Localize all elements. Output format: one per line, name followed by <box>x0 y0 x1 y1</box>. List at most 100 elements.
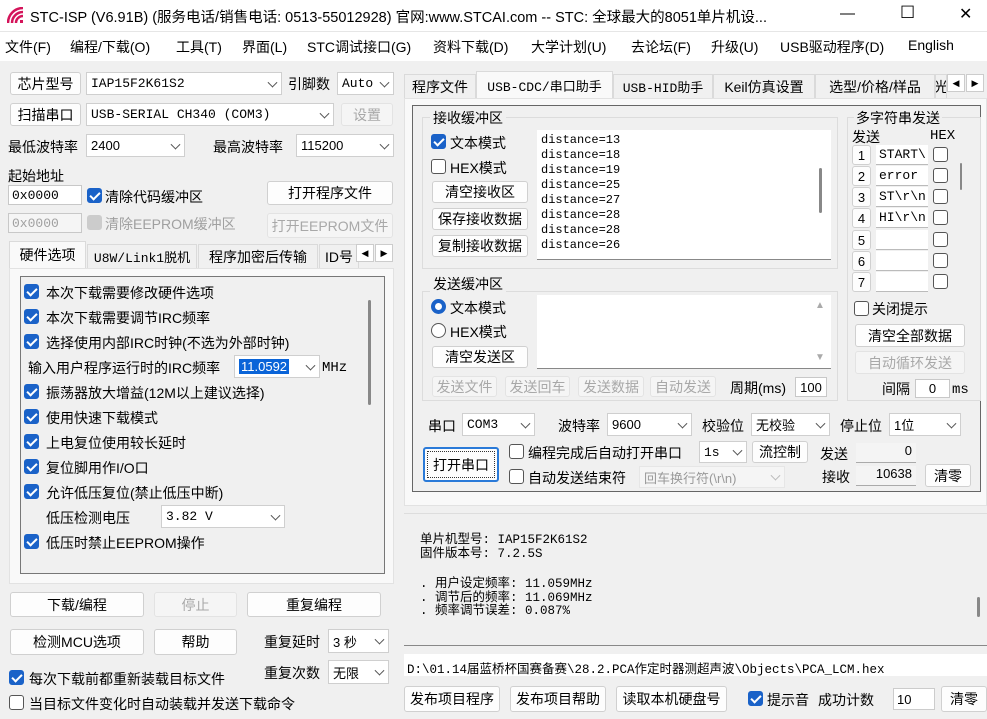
chip-model-select[interactable]: IAP15F2K61S2 <box>86 72 282 95</box>
scroll-down-icon[interactable]: ▼ <box>815 352 825 363</box>
help-button[interactable]: 帮助 <box>154 629 237 655</box>
menu-debug[interactable]: STC调试接口(G) <box>307 37 411 57</box>
open-eeprom-file-button[interactable]: 打开EEPROM文件 <box>267 213 393 238</box>
multi-string-scrollbar[interactable] <box>960 163 962 190</box>
tab-scroll-right-button[interactable]: ▶ <box>375 244 393 262</box>
close-tip-checkbox[interactable] <box>854 301 869 316</box>
download-program-button[interactable]: 下载/编程 <box>10 592 144 617</box>
auto-open-delay-select[interactable]: 1s <box>699 441 747 463</box>
multi-string-input[interactable]: error <box>876 166 928 186</box>
tab-u8w-offline[interactable]: U8W/Link1脱机 <box>87 244 197 268</box>
repeat-count-select[interactable]: 无限 <box>328 660 389 684</box>
clear-count-button[interactable]: 清零 <box>925 464 971 487</box>
repeat-delay-select[interactable]: 3 秒 <box>328 629 389 653</box>
clear-eeprom-checkbox[interactable] <box>87 215 102 230</box>
option-checkbox[interactable] <box>24 309 39 324</box>
receive-scrollbar[interactable] <box>819 168 822 213</box>
auto-open-checkbox[interactable] <box>509 444 524 459</box>
interval-input[interactable]: 0 <box>915 379 950 398</box>
baud-select[interactable]: 9600 <box>607 413 692 436</box>
tab-keil-debug[interactable]: Keil仿真设置 <box>713 74 815 98</box>
reload-checkbox[interactable] <box>9 670 24 685</box>
save-receive-button[interactable]: 保存接收数据 <box>432 208 528 230</box>
options-scrollbar[interactable] <box>368 300 371 405</box>
flow-control-button[interactable]: 流控制 <box>752 441 808 463</box>
auto-end-checkbox[interactable] <box>509 469 524 484</box>
menu-usb-driver[interactable]: USB驱动程序(D) <box>780 37 884 57</box>
tab-hardware-options[interactable]: 硬件选项 <box>9 241 86 268</box>
send-textarea[interactable] <box>537 295 831 369</box>
lvd-select[interactable]: 3.82 V <box>161 505 285 528</box>
irc-frequency-select[interactable]: 11.0592 <box>234 355 320 378</box>
auto-loop-send-button[interactable]: 自动循环发送 <box>855 351 965 374</box>
multi-hex-checkbox[interactable] <box>933 210 948 225</box>
pins-select[interactable]: Auto <box>337 72 394 95</box>
stop-bits-select[interactable]: 1位 <box>889 413 961 436</box>
multi-send-button[interactable]: 7 <box>852 272 871 292</box>
menu-program[interactable]: 编程/下载(O) <box>70 37 150 57</box>
tab-usb-hid[interactable]: USB-HID助手 <box>613 74 713 98</box>
menu-interface[interactable]: 界面(L) <box>242 37 287 57</box>
tab-selection-price[interactable]: 选型/价格/样品 <box>815 74 935 98</box>
clear-success-button[interactable]: 清零 <box>941 686 987 712</box>
menu-upgrade[interactable]: 升级(U) <box>711 37 758 57</box>
multi-hex-checkbox[interactable] <box>933 253 948 268</box>
option-checkbox[interactable] <box>24 484 39 499</box>
open-serial-button[interactable]: 打开串口 <box>423 447 499 482</box>
chip-model-button[interactable]: 芯片型号 <box>10 72 81 95</box>
eeprom-address-input[interactable]: 0x0000 <box>8 213 82 233</box>
multi-string-input[interactable]: START\: <box>876 145 928 165</box>
min-baud-select[interactable]: 2400 <box>86 134 185 157</box>
multi-string-input[interactable] <box>876 251 928 271</box>
repeat-program-button[interactable]: 重复编程 <box>247 592 381 617</box>
multi-hex-checkbox[interactable] <box>933 189 948 204</box>
send-hex-mode-radio[interactable] <box>431 323 446 338</box>
clear-all-button[interactable]: 清空全部数据 <box>855 324 965 347</box>
menu-forum[interactable]: 去论坛(F) <box>631 37 691 57</box>
send-file-button[interactable]: 发送文件 <box>432 376 497 397</box>
multi-string-input[interactable] <box>876 230 928 250</box>
option-checkbox[interactable] <box>24 459 39 474</box>
tab-scroll-left-button[interactable]: ◀ <box>947 74 965 92</box>
publish-help-button[interactable]: 发布项目帮助 <box>510 686 606 712</box>
clear-code-checkbox[interactable] <box>87 188 102 203</box>
send-cr-button[interactable]: 发送回车 <box>505 376 570 397</box>
auto-load-checkbox[interactable] <box>9 695 24 710</box>
port-select[interactable]: USB-SERIAL CH340 (COM3) <box>86 103 334 126</box>
code-address-input[interactable]: 0x0000 <box>8 185 82 205</box>
auto-send-button[interactable]: 自动发送 <box>650 376 716 397</box>
period-input[interactable]: 100 <box>795 377 827 397</box>
multi-send-button[interactable]: 2 <box>852 166 871 186</box>
tab-scroll-left-button[interactable]: ◀ <box>356 244 374 262</box>
multi-string-input[interactable] <box>876 272 928 292</box>
recv-text-mode-checkbox[interactable] <box>431 134 446 149</box>
send-text-mode-radio[interactable] <box>431 299 446 314</box>
tab-scroll-right-button[interactable]: ▶ <box>966 74 984 92</box>
multi-send-button[interactable]: 6 <box>852 251 871 271</box>
menu-university[interactable]: 大学计划(U) <box>531 37 606 57</box>
multi-send-button[interactable]: 3 <box>852 187 871 207</box>
multi-hex-checkbox[interactable] <box>933 274 948 289</box>
open-program-file-button[interactable]: 打开程序文件 <box>267 181 393 205</box>
menu-downloads[interactable]: 资料下载(D) <box>433 37 508 57</box>
multi-hex-checkbox[interactable] <box>933 168 948 183</box>
log-scrollbar[interactable] <box>977 597 980 617</box>
option-checkbox[interactable] <box>24 409 39 424</box>
tab-encrypted-transfer[interactable]: 程序加密后传输 <box>198 244 318 268</box>
com-port-select[interactable]: COM3 <box>462 413 535 436</box>
option-checkbox[interactable] <box>24 434 39 449</box>
multi-hex-checkbox[interactable] <box>933 232 948 247</box>
tab-more[interactable]: 光 <box>935 74 947 98</box>
tab-id[interactable]: ID号 <box>319 244 359 268</box>
parity-select[interactable]: 无校验 <box>751 413 830 436</box>
minimize-button[interactable]: — <box>840 5 855 22</box>
stop-button[interactable]: 停止 <box>154 592 237 617</box>
max-baud-select[interactable]: 115200 <box>296 134 394 157</box>
maximize-button[interactable]: ☐ <box>900 3 915 23</box>
settings-button[interactable]: 设置 <box>341 103 393 126</box>
recv-hex-mode-checkbox[interactable] <box>431 159 446 174</box>
option-checkbox[interactable] <box>24 284 39 299</box>
tab-usb-cdc-serial[interactable]: USB-CDC/串口助手 <box>476 71 613 98</box>
copy-receive-button[interactable]: 复制接收数据 <box>432 235 528 257</box>
multi-string-input[interactable]: ST\r\n <box>876 187 928 207</box>
